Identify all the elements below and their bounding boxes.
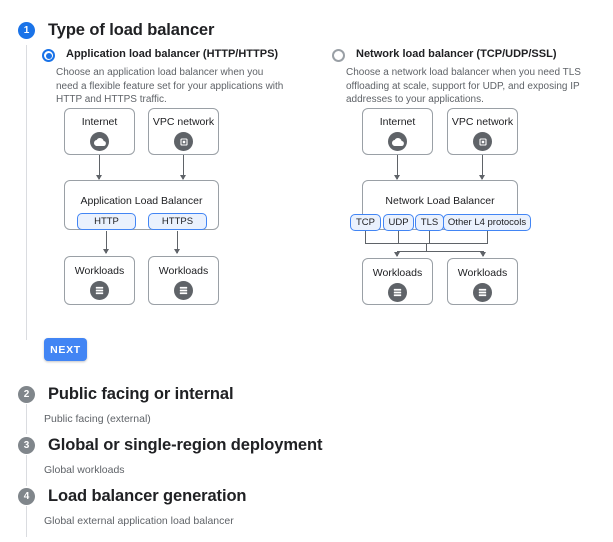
node-workloads-net-2: Workloads	[447, 258, 518, 305]
radio-application-load-balancer[interactable]	[42, 49, 55, 62]
connector-tls-stem	[429, 231, 430, 243]
vpc-network-icon	[473, 132, 492, 151]
connector-bus-drop	[426, 243, 427, 251]
next-button[interactable]: NEXT	[44, 338, 87, 361]
option-network-description: Choose a network load balancer when you …	[346, 67, 581, 105]
node-workloads-net-2-label: Workloads	[457, 267, 508, 279]
stepper-rail-1	[26, 45, 27, 340]
node-vpc-network-app-label: VPC network	[152, 116, 215, 128]
chip-udp: UDP	[383, 214, 414, 231]
vpc-network-icon	[174, 132, 193, 151]
connector-workloads-net-1-arrow	[394, 252, 400, 257]
step-summary-3: Global workloads	[44, 464, 125, 476]
node-internet-app-label: Internet	[81, 116, 118, 128]
option-application-description: Choose an application load balancer when…	[56, 67, 284, 105]
node-internet-app: Internet	[64, 108, 135, 155]
workloads-icon	[174, 281, 193, 300]
step-title-2: Public facing or internal	[48, 385, 234, 403]
connector-https-workloads-arrow	[174, 249, 180, 254]
node-vpc-network-net-label: VPC network	[451, 116, 514, 128]
chip-other-l4-protocols-label: Other L4 protocols	[447, 217, 527, 228]
chip-tcp-label: TCP	[356, 217, 375, 228]
cloud-icon	[388, 132, 407, 151]
connector-split	[397, 251, 483, 252]
node-workloads-app-1-label: Workloads	[74, 265, 125, 277]
chip-tls-label: TLS	[420, 217, 439, 228]
step-title-4: Load balancer generation	[48, 487, 247, 505]
step-header-3[interactable]: 3 Global or single-region deployment	[18, 436, 322, 455]
node-workloads-net-1: Workloads	[362, 258, 433, 305]
connector-other-l4-stem	[487, 231, 488, 243]
node-internet-net-label: Internet	[379, 116, 416, 128]
step-header-1: 1 Type of load balancer	[18, 21, 214, 40]
option-application-label: Application load balancer (HTTP/HTTPS)	[66, 48, 279, 60]
option-network-row[interactable]: Network load balancer (TCP/UDP/SSL)	[332, 48, 602, 62]
chip-tcp: TCP	[350, 214, 381, 231]
chip-other-l4-protocols: Other L4 protocols	[443, 214, 531, 231]
workloads-icon	[473, 283, 492, 302]
step-title-3: Global or single-region deployment	[48, 436, 323, 454]
node-workloads-app-1: Workloads	[64, 256, 135, 305]
node-network-load-balancer-label: Network Load Balancer	[385, 195, 495, 207]
stepper-rail-4	[26, 506, 27, 537]
connector-http-workloads-arrow	[103, 249, 109, 254]
option-application-load-balancer[interactable]: Application load balancer (HTTP/HTTPS)	[42, 48, 302, 62]
step-header-4[interactable]: 4 Load balancer generation	[18, 487, 247, 506]
chip-tls: TLS	[415, 214, 444, 231]
node-vpc-network-app: VPC network	[148, 108, 219, 155]
connector-workloads-net-2-arrow	[480, 252, 486, 257]
step-number-1: 1	[18, 22, 35, 39]
node-workloads-net-1-label: Workloads	[372, 267, 423, 279]
radio-network-load-balancer[interactable]	[332, 49, 345, 62]
node-internet-net: Internet	[362, 108, 433, 155]
connector-udp-stem	[398, 231, 399, 243]
node-vpc-network-net: VPC network	[447, 108, 518, 155]
step-number-2: 2	[18, 386, 35, 403]
option-application-row[interactable]: Application load balancer (HTTP/HTTPS)	[42, 48, 302, 62]
stepper-rail-2	[26, 404, 27, 434]
chip-https-label: HTTPS	[161, 216, 194, 227]
step-header-2[interactable]: 2 Public facing or internal	[18, 385, 234, 404]
step-summary-2: Public facing (external)	[44, 413, 151, 425]
chip-https: HTTPS	[148, 213, 207, 230]
node-workloads-app-2: Workloads	[148, 256, 219, 305]
connector-tcp-stem	[365, 231, 366, 243]
step-number-3: 3	[18, 437, 35, 454]
cloud-icon	[90, 132, 109, 151]
step-number-4: 4	[18, 488, 35, 505]
node-workloads-app-2-label: Workloads	[158, 265, 209, 277]
option-network-load-balancer[interactable]: Network load balancer (TCP/UDP/SSL)	[332, 48, 602, 62]
step-title-1: Type of load balancer	[48, 21, 215, 39]
stepper-rail-3	[26, 455, 27, 486]
load-balancer-wizard: 1 Type of load balancer Application load…	[0, 0, 613, 542]
option-network-label: Network load balancer (TCP/UDP/SSL)	[356, 48, 557, 60]
chip-http-label: HTTP	[94, 216, 119, 227]
workloads-icon	[90, 281, 109, 300]
chip-udp-label: UDP	[388, 217, 409, 228]
step-summary-4: Global external application load balance…	[44, 515, 234, 527]
node-application-load-balancer-label: Application Load Balancer	[80, 195, 203, 207]
workloads-icon	[388, 283, 407, 302]
chip-http: HTTP	[77, 213, 136, 230]
